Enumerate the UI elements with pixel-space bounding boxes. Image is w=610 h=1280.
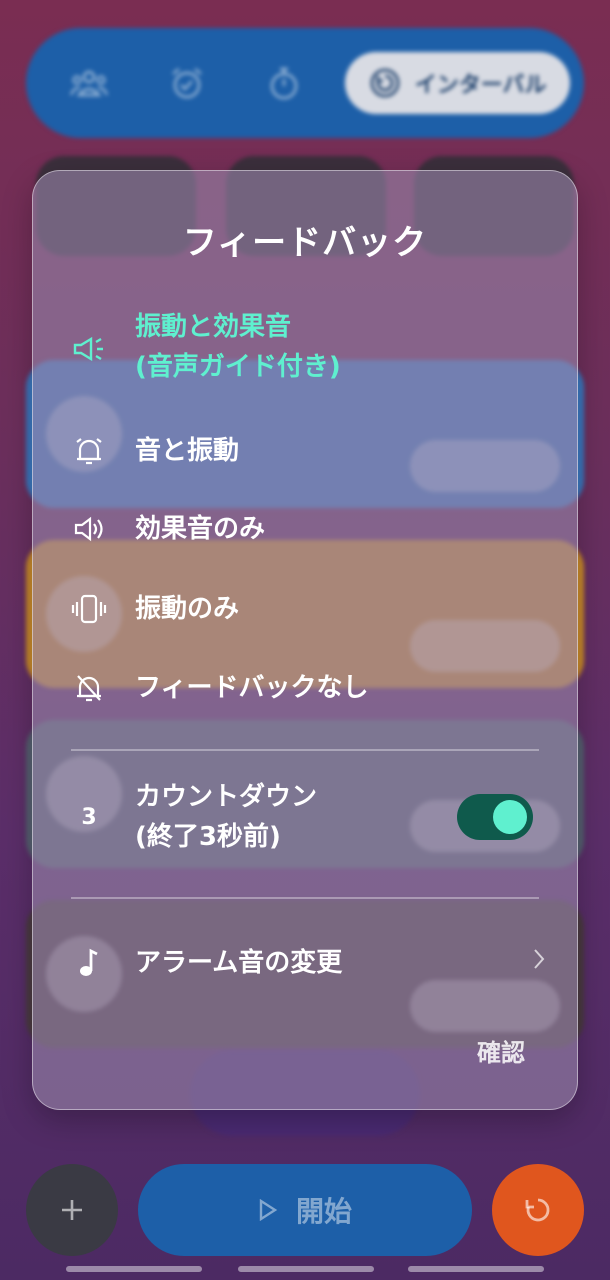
- nav-indicator-left: [66, 1266, 202, 1272]
- option-vibration-only[interactable]: 振動のみ: [33, 589, 577, 629]
- option-sound-and-vibration[interactable]: 音と振動: [33, 431, 577, 471]
- group-icon[interactable]: [40, 53, 138, 113]
- option-sound-only[interactable]: 効果音のみ: [33, 509, 577, 549]
- speaker-icon: [69, 509, 109, 549]
- countdown-icon: 3: [81, 804, 97, 830]
- play-icon: [259, 1199, 278, 1221]
- mode-tab-bar: インターバル: [26, 28, 584, 138]
- option-label: 効果音のみ: [135, 514, 266, 544]
- option-no-feedback[interactable]: フィードバックなし: [33, 668, 577, 708]
- change-alarm-sound-label: アラーム音の変更: [135, 948, 343, 978]
- option-label: 振動のみ: [135, 594, 240, 624]
- confirm-button[interactable]: 確認: [477, 1033, 525, 1068]
- start-button[interactable]: 開始: [138, 1164, 472, 1256]
- feedback-dialog: フィードバック 振動と効果音 (音声ガイド付き) 音と振動 効果音のみ 振動のみ…: [32, 170, 578, 1110]
- alarm-icon[interactable]: [138, 53, 236, 113]
- add-button[interactable]: [26, 1164, 118, 1256]
- reset-button[interactable]: [492, 1164, 584, 1256]
- bell-off-icon: [69, 668, 109, 708]
- tab-interval[interactable]: インターバル: [345, 52, 570, 114]
- plus-icon: [62, 1200, 82, 1220]
- stopwatch-icon[interactable]: [235, 53, 333, 113]
- change-alarm-sound-row[interactable]: アラーム音の変更: [33, 943, 577, 983]
- option-sublabel: (音声ガイド付き): [135, 352, 341, 382]
- option-label: フィードバックなし: [135, 673, 369, 703]
- megaphone-icon: [69, 329, 109, 369]
- nav-indicator-center: [238, 1266, 374, 1272]
- nav-indicator-right: [408, 1266, 544, 1272]
- start-button-label: 開始: [295, 1195, 352, 1228]
- bell-icon: [69, 431, 109, 471]
- countdown-toggle[interactable]: [457, 794, 533, 840]
- divider: [71, 749, 539, 751]
- reset-icon: [525, 1198, 550, 1222]
- countdown-sublabel: (終了3秒前): [135, 822, 281, 852]
- vibration-icon: [69, 589, 109, 629]
- option-label: 振動と効果音: [135, 312, 292, 342]
- toggle-knob: [493, 800, 527, 834]
- chevron-right-icon: [534, 949, 545, 969]
- music-note-icon: [69, 943, 109, 983]
- interval-timer-icon: [370, 68, 400, 98]
- dialog-title: フィードバック: [182, 223, 428, 263]
- divider: [71, 897, 539, 899]
- tab-interval-label: インターバル: [414, 73, 547, 98]
- option-label: 音と振動: [135, 436, 240, 466]
- option-vibration-and-sound[interactable]: 振動と効果音 (音声ガイド付き): [33, 307, 577, 389]
- countdown-label: カウントダウン: [135, 782, 318, 812]
